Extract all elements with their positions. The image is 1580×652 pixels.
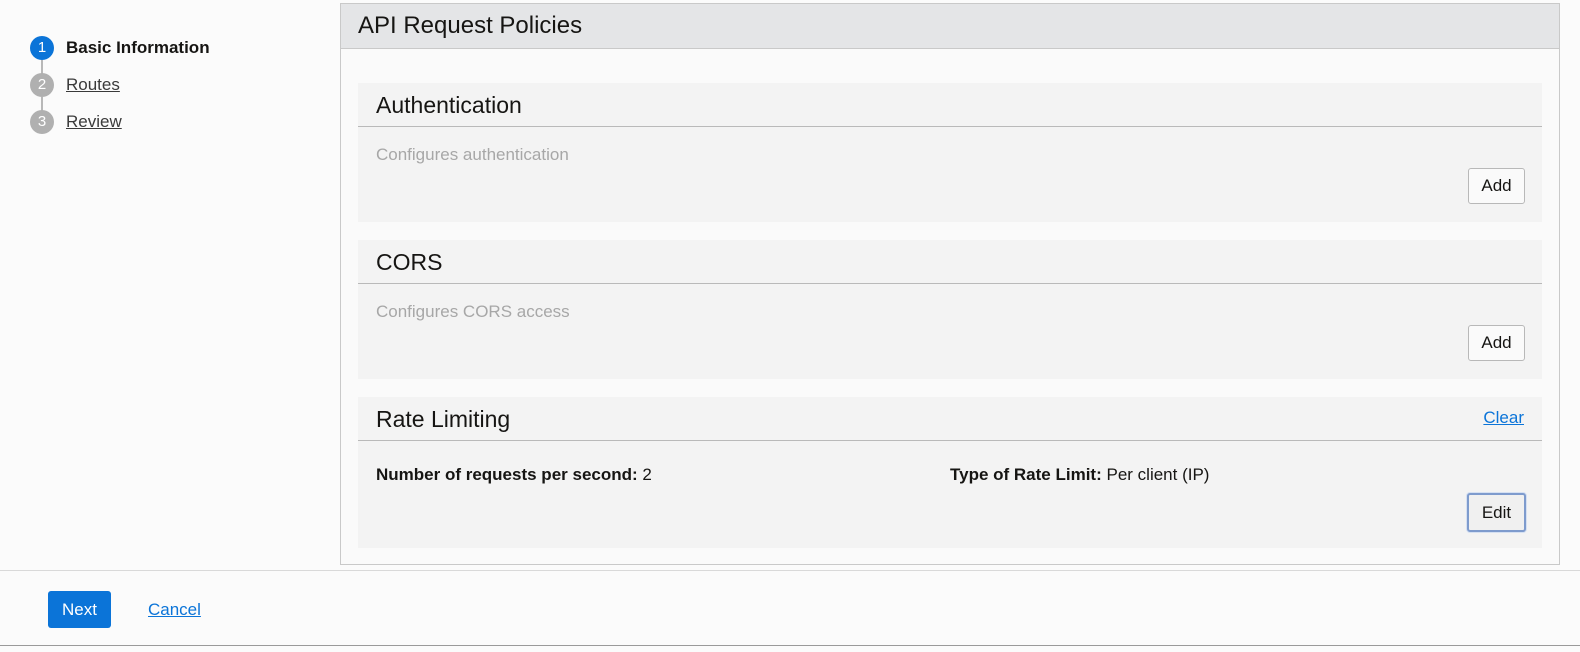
step-review[interactable]: 3 Review — [30, 110, 320, 147]
add-authentication-button[interactable]: Add — [1468, 168, 1525, 204]
section-title: Authentication — [358, 83, 1542, 127]
step-connector — [41, 97, 43, 111]
section-description: Configures authentication — [376, 145, 569, 164]
step-number-badge: 3 — [30, 110, 54, 134]
next-button[interactable]: Next — [48, 591, 111, 628]
wizard-footer: Next Cancel — [0, 570, 1580, 647]
cors-section: CORS Configures CORS access Add — [358, 240, 1542, 379]
panel-title: API Request Policies — [341, 4, 1559, 49]
step-link-review[interactable]: Review — [66, 110, 122, 134]
rate-limit-type: Type of Rate Limit: Per client (IP) — [950, 465, 1209, 485]
rate-limit-type-label: Type of Rate Limit: — [950, 465, 1102, 484]
create-deployment-wizard: 1 Basic Information 2 Routes 3 Review AP… — [0, 0, 1580, 652]
clear-rate-limiting-link[interactable]: Clear — [1483, 397, 1524, 439]
section-title: CORS — [358, 240, 1542, 284]
cancel-link[interactable]: Cancel — [148, 600, 201, 620]
step-label: Basic Information — [66, 38, 210, 57]
step-number-badge: 2 — [30, 73, 54, 97]
section-title: Rate Limiting — [376, 406, 511, 432]
step-number-badge: 1 — [30, 36, 54, 60]
section-description: Configures CORS access — [376, 302, 570, 321]
requests-per-second-value: 2 — [642, 465, 652, 484]
requests-per-second: Number of requests per second: 2 — [376, 465, 652, 485]
edit-rate-limiting-button[interactable]: Edit — [1467, 493, 1526, 532]
step-basic-information[interactable]: 1 Basic Information — [30, 36, 320, 74]
rate-limiting-section: Rate Limiting Clear Number of requests p… — [358, 397, 1542, 548]
step-connector — [41, 60, 43, 74]
step-link-routes[interactable]: Routes — [66, 73, 120, 97]
step-routes[interactable]: 2 Routes — [30, 73, 320, 111]
rate-limit-type-value: Per client (IP) — [1106, 465, 1210, 484]
add-cors-button[interactable]: Add — [1468, 325, 1525, 361]
requests-per-second-label: Number of requests per second: — [376, 465, 638, 484]
authentication-section: Authentication Configures authentication… — [358, 83, 1542, 222]
wizard-steps: 1 Basic Information 2 Routes 3 Review — [30, 36, 320, 147]
footer-divider — [0, 645, 1580, 646]
api-request-policies-panel: API Request Policies Authentication Conf… — [340, 3, 1560, 565]
section-title-row: Rate Limiting Clear — [358, 397, 1542, 441]
